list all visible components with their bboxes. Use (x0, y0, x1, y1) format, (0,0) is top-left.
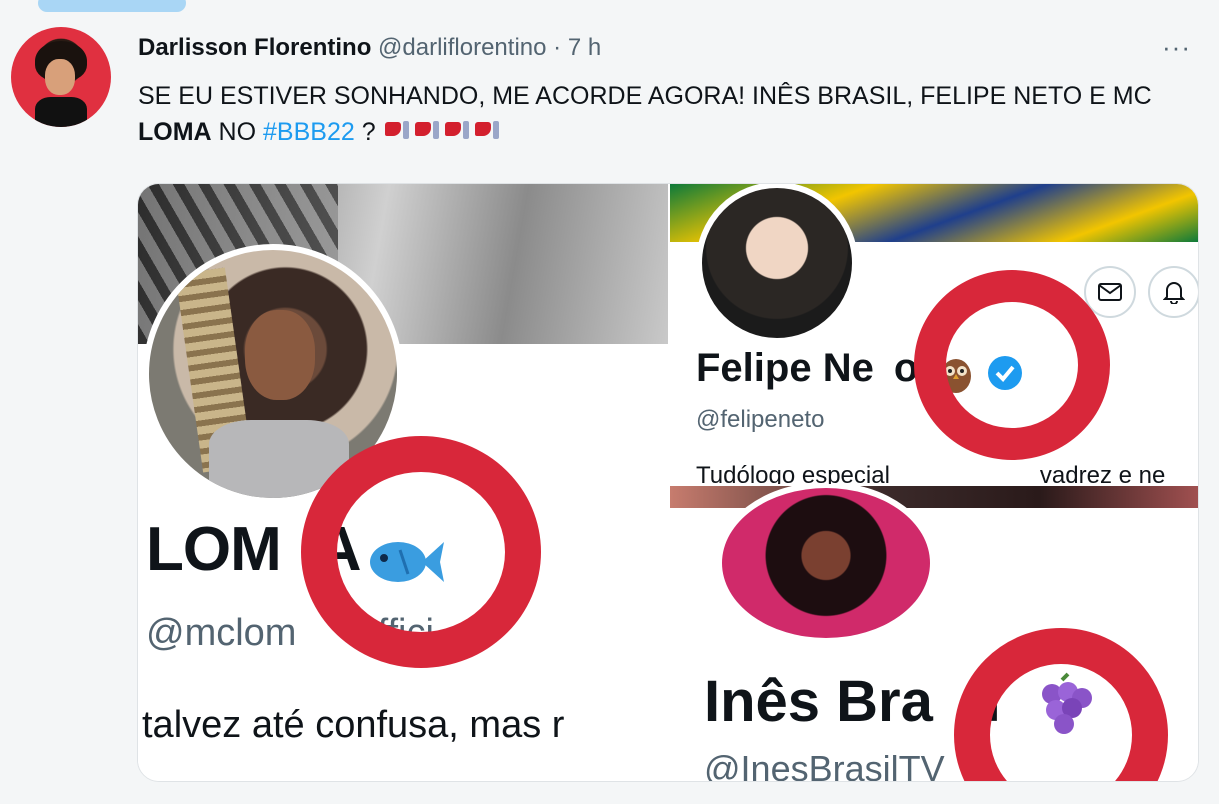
top-pill (38, 0, 186, 12)
felipe-name-visible: Felipe Ne (696, 346, 874, 390)
felipe-bio-visible: Tudólogo especial (696, 462, 890, 484)
ines-name-visible: Inês Bra (704, 669, 933, 734)
highlight-ring-loma (301, 436, 541, 668)
felipe-avatar (696, 184, 858, 344)
bell-icon[interactable] (1148, 266, 1198, 318)
loma-face (245, 310, 315, 400)
hashtag-link[interactable]: #BBB22 (263, 118, 355, 146)
loma-bio: talvez até confusa, mas r (142, 704, 565, 746)
tweet-text-part1: SE EU ESTIVER SONHANDO, ME ACORDE AGORA!… (138, 82, 1152, 110)
highlight-ring-felipe (914, 270, 1110, 460)
tweet-text-part3: ? (354, 118, 376, 146)
ines-avatar (716, 486, 936, 644)
avatar-face (45, 59, 75, 95)
loma-name-visible: LOM (146, 515, 282, 584)
tweet-time[interactable]: 7 h (568, 34, 601, 61)
author-avatar[interactable] (11, 27, 111, 127)
tweet-text: SE EU ESTIVER SONHANDO, ME ACORDE AGORA!… (138, 78, 1198, 151)
tweet-header: Darlisson Florentino @darliflorentino · … (138, 34, 601, 62)
thumbs-down-emoji (383, 119, 413, 141)
thumbs-down-emoji-group (383, 115, 503, 151)
tweet-text-part2: NO (211, 118, 264, 146)
felipe-handle: @felipeneto (696, 406, 825, 433)
media-image-loma[interactable]: LOM A @mclom offici talvez até confusa, ma… (138, 184, 668, 781)
ines-handle: @InesBrasilTV (704, 748, 945, 781)
more-options-icon[interactable]: ··· (1162, 32, 1191, 63)
media-image-felipe[interactable]: Felipe Ne o @felipeneto Tudólogo especial… (670, 184, 1198, 484)
separator-dot: · (553, 34, 562, 61)
loma-handle-visible: @mclom (146, 612, 297, 654)
thumbs-down-emoji (473, 119, 503, 141)
avatar-shirt (35, 97, 87, 127)
thumbs-down-emoji (443, 119, 473, 141)
felipe-bio-tail: vadrez e ne (1039, 462, 1166, 484)
author-name[interactable]: Darlisson Florentino (138, 34, 371, 61)
felipe-bio: Tudólogo especial vadrez e ne (696, 462, 1165, 484)
media-image-ines[interactable]: Inês Bra l @InesBrasilTV (670, 486, 1198, 781)
tweet-media[interactable]: LOM A @mclom offici talvez até confusa, ma… (137, 183, 1199, 782)
tweet-text-bold: LOMA (138, 118, 212, 146)
thumbs-down-emoji (413, 119, 443, 141)
author-handle[interactable]: @darliflorentino (378, 34, 546, 61)
highlight-ring-ines (954, 628, 1168, 781)
felipe-display-name: Felipe Ne o (696, 346, 918, 391)
